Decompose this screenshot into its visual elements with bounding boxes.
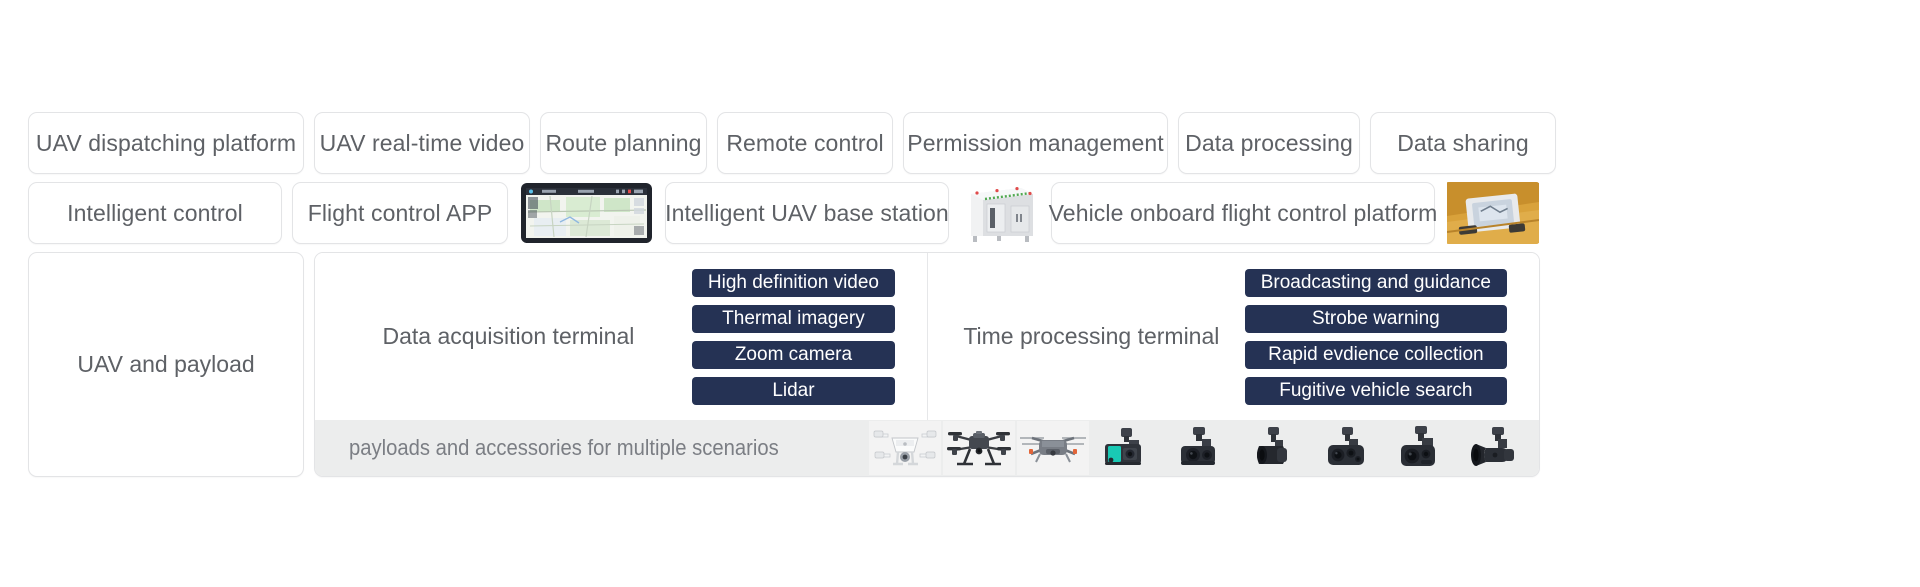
uav-payload-section: UAV and payload Data acquisition termina… bbox=[28, 252, 1540, 477]
infographic-root: UAV dispatching platform UAV real-time v… bbox=[0, 0, 1920, 587]
card-label: Permission management bbox=[907, 129, 1164, 156]
card-uav-real-time-video[interactable]: UAV real-time video bbox=[314, 112, 530, 174]
card-label: Intelligent UAV base station bbox=[665, 199, 949, 226]
tablet-ground-station-photo bbox=[518, 182, 655, 244]
card-label: Data processing bbox=[1185, 129, 1353, 156]
card-label: UAV dispatching platform bbox=[35, 129, 297, 156]
card-data-sharing[interactable]: Data sharing bbox=[1370, 112, 1556, 174]
uav-base-station-photo bbox=[959, 182, 1041, 244]
gimbal-camera-payload-icon bbox=[1165, 421, 1237, 475]
card-label: Vehicle onboard flight control platform bbox=[1048, 199, 1438, 226]
hexacopter-black-drone-icon bbox=[943, 421, 1015, 475]
capability-row-2: Intelligent control Flight control APP I… bbox=[28, 182, 1540, 244]
terminal-label: Time processing terminal bbox=[963, 323, 1220, 350]
card-uav-and-payload[interactable]: UAV and payload bbox=[28, 252, 304, 477]
card-label: Data sharing bbox=[1397, 129, 1529, 156]
chip-broadcasting-and-guidance[interactable]: Broadcasting and guidance bbox=[1244, 268, 1507, 297]
spotlight-payload-icon bbox=[1239, 421, 1311, 475]
loudspeaker-payload-icon bbox=[1461, 421, 1533, 475]
card-remote-control[interactable]: Remote control bbox=[717, 112, 893, 174]
capability-row-1: UAV dispatching platform UAV real-time v… bbox=[28, 112, 1556, 174]
card-intelligent-control[interactable]: Intelligent control bbox=[28, 182, 282, 244]
card-label: UAV and payload bbox=[77, 351, 255, 377]
card-permission-management[interactable]: Permission management bbox=[903, 112, 1168, 174]
chip-fugitive-vehicle-search[interactable]: Fugitive vehicle search bbox=[1244, 376, 1507, 405]
chip-rapid-evidence-collection[interactable]: Rapid evdience collection bbox=[1244, 340, 1507, 369]
folding-drone-icon bbox=[1017, 421, 1089, 475]
data-acquisition-chip-list: High definition video Thermal imagery Zo… bbox=[691, 268, 917, 405]
terminal-time-processing: Time processing terminal Broadcasting an… bbox=[927, 253, 1539, 420]
multi-sensor-gimbal-icon bbox=[1313, 421, 1385, 475]
payload-bar-label: payloads and accessories for multiple sc… bbox=[349, 435, 779, 460]
terminal-label: Data acquisition terminal bbox=[382, 323, 635, 350]
card-route-planning[interactable]: Route planning bbox=[540, 112, 707, 174]
diagram-stage: UAV dispatching platform UAV real-time v… bbox=[28, 112, 1556, 477]
card-flight-control-app[interactable]: Flight control APP bbox=[292, 182, 508, 244]
chip-strobe-warning[interactable]: Strobe warning bbox=[1244, 304, 1507, 333]
card-label: Route planning bbox=[545, 129, 702, 156]
time-processing-chip-list: Broadcasting and guidance Strobe warning… bbox=[1244, 268, 1529, 405]
lidar-payload-icon bbox=[1091, 421, 1163, 475]
vehicle-onboard-platform-photo bbox=[1445, 182, 1540, 244]
chip-lidar[interactable]: Lidar bbox=[691, 376, 895, 405]
chip-zoom-camera[interactable]: Zoom camera bbox=[691, 340, 895, 369]
zoom-gimbal-camera-icon bbox=[1387, 421, 1459, 475]
chip-high-definition-video[interactable]: High definition video bbox=[691, 268, 895, 297]
payload-accessories-bar: payloads and accessories for multiple sc… bbox=[315, 420, 1539, 476]
card-label: UAV real-time video bbox=[319, 129, 525, 156]
card-label: Remote control bbox=[726, 129, 884, 156]
card-label: Flight control APP bbox=[307, 199, 493, 226]
terminals-row: Data acquisition terminal High definitio… bbox=[315, 253, 1539, 420]
card-vehicle-onboard-flight-control-platform[interactable]: Vehicle onboard flight control platform bbox=[1048, 182, 1438, 244]
quadcopter-white-drone-icon bbox=[869, 421, 941, 475]
card-intelligent-uav-base-station[interactable]: Intelligent UAV base station bbox=[665, 182, 949, 244]
card-data-processing[interactable]: Data processing bbox=[1178, 112, 1360, 174]
terminal-data-acquisition: Data acquisition terminal High definitio… bbox=[315, 253, 927, 420]
card-label: Intelligent control bbox=[67, 199, 243, 226]
chip-thermal-imagery[interactable]: Thermal imagery bbox=[691, 304, 895, 333]
card-uav-dispatching-platform[interactable]: UAV dispatching platform bbox=[28, 112, 304, 174]
terminals-panel: Data acquisition terminal High definitio… bbox=[314, 252, 1540, 477]
payload-device-strip bbox=[816, 420, 1533, 476]
